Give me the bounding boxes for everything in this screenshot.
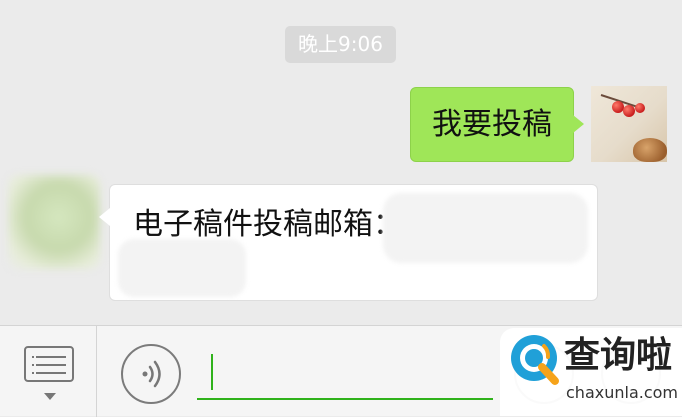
outgoing-message-bubble[interactable]: 我要投稿 xyxy=(410,87,584,162)
avatar-berry xyxy=(623,105,635,117)
menu-dot xyxy=(32,364,34,366)
magnifier-logo-icon xyxy=(511,335,559,385)
menu-line xyxy=(36,364,66,366)
avatar-hamster xyxy=(633,138,667,162)
voice-input-button[interactable] xyxy=(121,344,181,404)
menu-toggle-button[interactable] xyxy=(0,326,97,417)
menu-line xyxy=(36,372,66,374)
contact-avatar[interactable] xyxy=(8,175,100,269)
menu-dot xyxy=(32,356,34,358)
menu-dot xyxy=(32,372,34,374)
message-text-input[interactable] xyxy=(197,348,493,400)
watermark-url: chaxunla.com xyxy=(566,383,678,402)
text-cursor xyxy=(211,354,213,390)
menu-list-icon xyxy=(24,346,74,382)
voice-icon xyxy=(142,360,161,388)
avatar-berry xyxy=(635,103,645,113)
chevron-down-icon xyxy=(44,393,56,400)
message-timestamp: 晚上9:06 xyxy=(285,26,396,63)
self-avatar[interactable] xyxy=(591,86,667,162)
menu-line xyxy=(36,356,66,358)
blurred-redaction xyxy=(118,239,246,297)
incoming-message-bubble[interactable]: 电子稿件投稿邮箱： xyxy=(99,184,598,301)
blurred-redaction xyxy=(383,193,588,263)
site-watermark: 查询啦 chaxunla.com xyxy=(500,328,682,416)
chat-area: 晚上9:06 我要投稿 电子稿件投稿邮箱： xyxy=(0,0,682,325)
watermark-name: 查询啦 xyxy=(564,335,673,376)
